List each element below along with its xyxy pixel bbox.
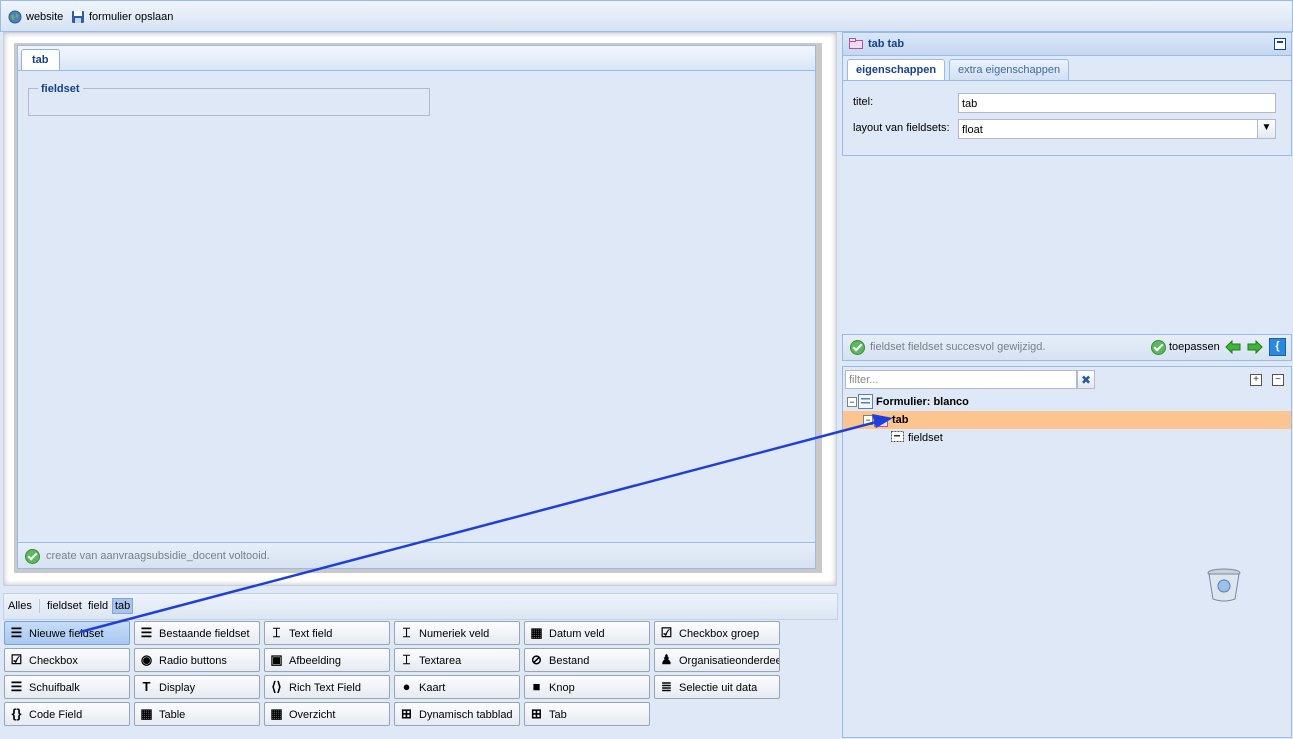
drag-arrow-overlay (79, 414, 893, 634)
drag-arrow-line (79, 419, 881, 634)
drag-arrow-head (872, 414, 893, 428)
